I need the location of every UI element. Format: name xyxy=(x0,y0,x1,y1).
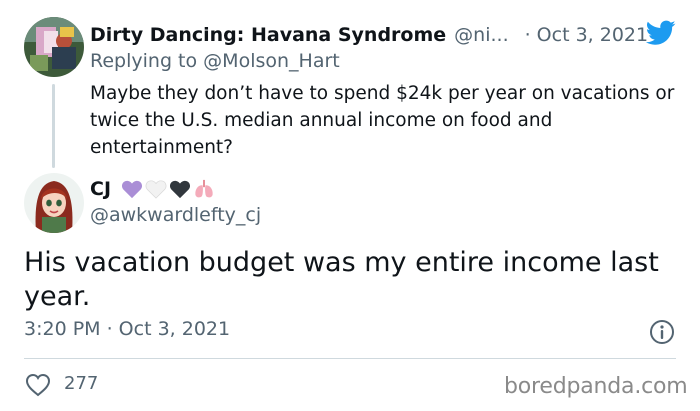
reply-tweet-header: Dirty Dancing: Havana Syndrome @ni... · … xyxy=(90,20,690,50)
twitter-bird-icon xyxy=(645,20,676,46)
heart-outline-icon[interactable] xyxy=(24,372,52,398)
thread-connector-line xyxy=(52,84,55,168)
main-author-name[interactable]: CJ xyxy=(90,178,111,200)
purple-heart-icon xyxy=(121,180,143,199)
main-tweet-header: CJ xyxy=(90,174,215,204)
reply-author-handle[interactable]: @ni... xyxy=(454,24,508,46)
white-heart-icon xyxy=(145,180,167,199)
reply-author-name[interactable]: Dirty Dancing: Havana Syndrome xyxy=(90,24,446,46)
replying-to-prefix: Replying to xyxy=(90,50,198,72)
lungs-icon xyxy=(195,179,213,198)
info-icon[interactable] xyxy=(649,319,675,345)
main-tweet-timestamp[interactable]: 3:20 PM · Oct 3, 2021 xyxy=(24,318,230,340)
main-tweet-text: His vacation budget was my entire income… xyxy=(24,247,659,312)
replying-to-mention[interactable]: @Molson_Hart xyxy=(203,50,340,72)
name-emoji-group xyxy=(121,179,215,199)
reply-tweet-text: Maybe they don’t have to spend $24k per … xyxy=(90,83,675,158)
black-heart-icon xyxy=(169,180,191,199)
separator-dot: · xyxy=(524,24,531,46)
tweet-divider xyxy=(24,358,676,359)
reply-author-avatar[interactable] xyxy=(24,17,84,77)
main-author-avatar[interactable] xyxy=(24,173,84,233)
reply-tweet-date[interactable]: Oct 3, 2021 xyxy=(537,24,648,46)
source-watermark: boredpanda.com xyxy=(504,374,688,399)
like-count: 277 xyxy=(64,373,99,394)
replying-to-line: Replying to @Molson_Hart xyxy=(90,50,340,72)
main-author-handle[interactable]: @awkwardlefty_cj xyxy=(90,204,261,226)
